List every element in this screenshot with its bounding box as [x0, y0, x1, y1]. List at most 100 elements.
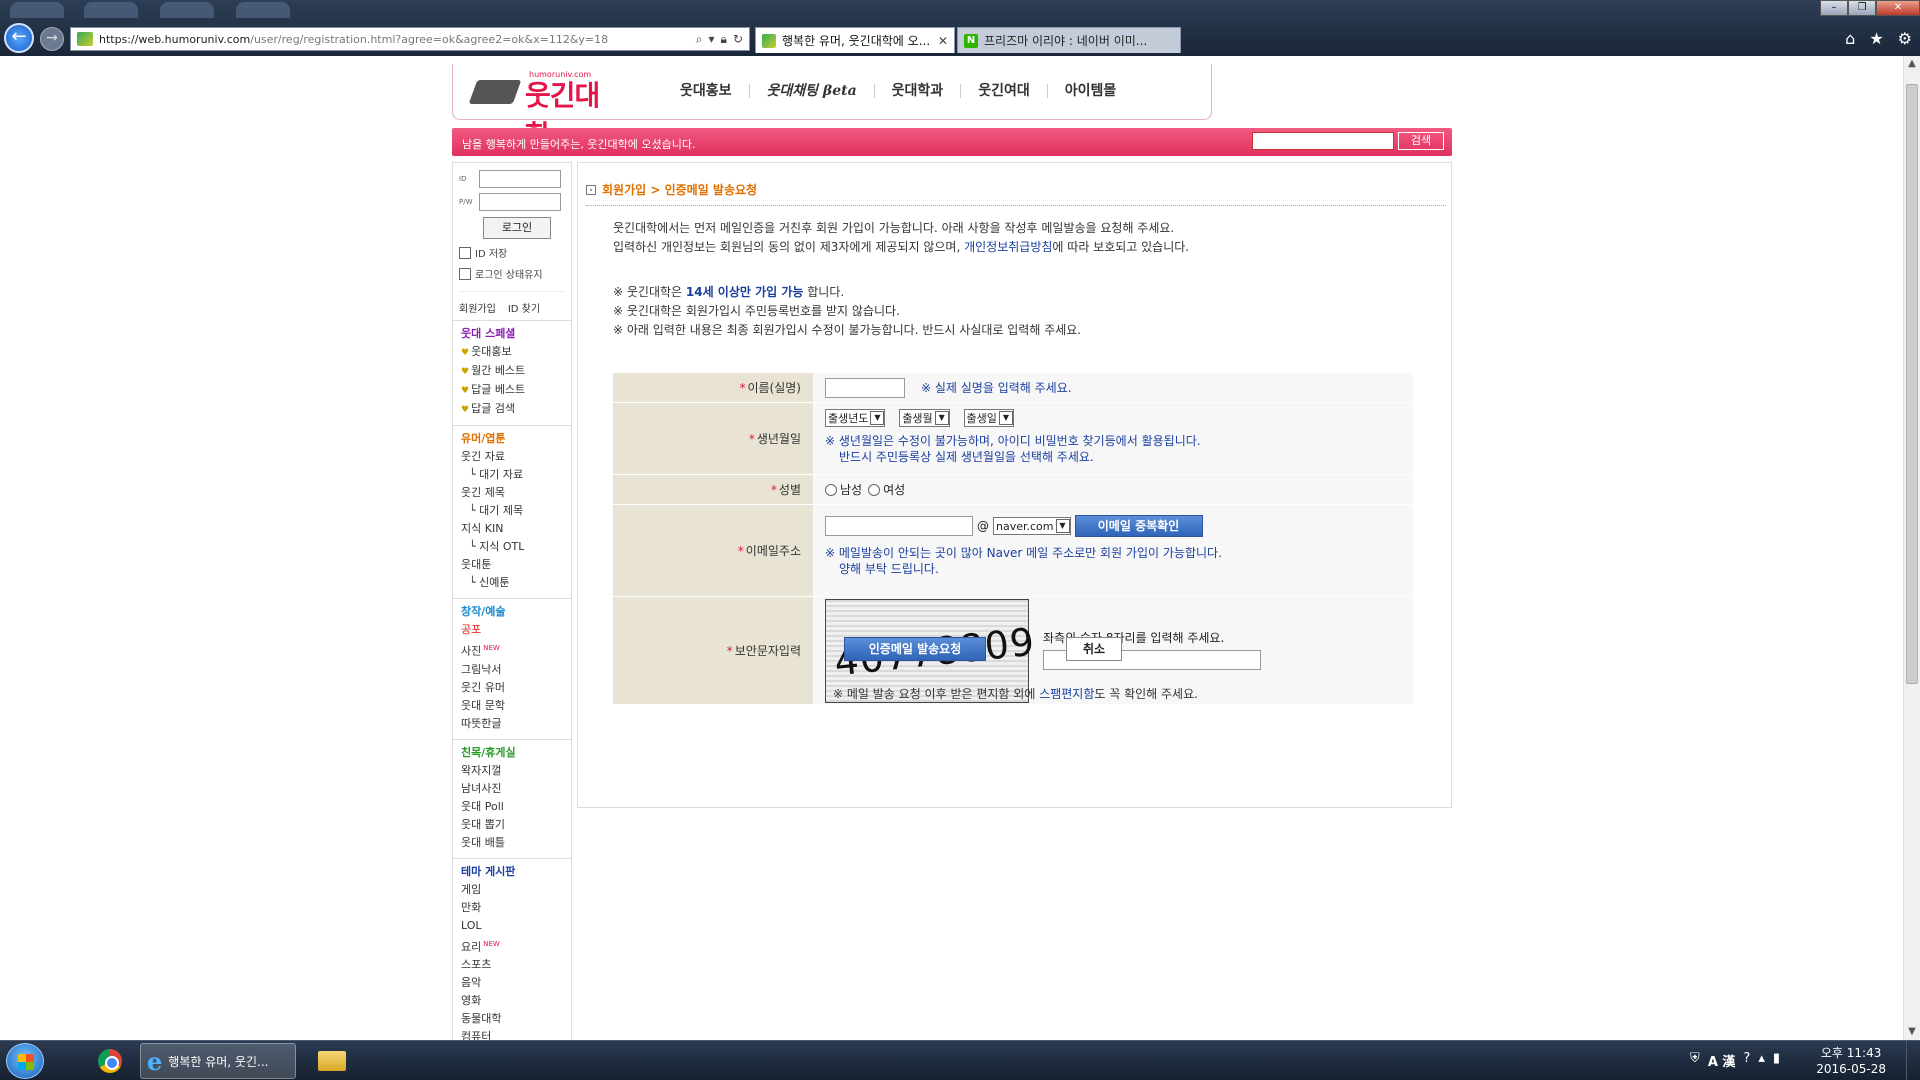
sidebar-item[interactable]: 웃대 뽑기: [461, 816, 563, 834]
email-domain-select[interactable]: naver.com ▼: [993, 517, 1071, 535]
shield-icon[interactable]: ⛨: [1690, 1051, 1700, 1070]
scroll-down-icon[interactable]: ▼: [1904, 1024, 1920, 1040]
sidebar-item[interactable]: 영화: [461, 992, 563, 1010]
sidebar-item[interactable]: 웃대 문학: [461, 697, 563, 715]
network-icon[interactable]: ▮: [1773, 1051, 1780, 1070]
sidebar-item[interactable]: LOL: [461, 917, 563, 935]
clock[interactable]: 오후 11:43 2016-05-28: [1816, 1045, 1886, 1077]
menu-section-title[interactable]: 웃대 스페셜: [461, 325, 563, 341]
url-host: https://web.humoruniv.com: [99, 32, 251, 46]
favorites-star-icon[interactable]: ★: [1869, 29, 1883, 48]
maximize-button[interactable]: ❐: [1848, 0, 1876, 16]
find-id-link[interactable]: ID 찾기: [508, 300, 540, 315]
birth-year-select[interactable]: 출생년도 ▼: [825, 409, 886, 427]
close-window-button[interactable]: ✕: [1876, 0, 1920, 16]
sidebar-item[interactable]: 웃대툰: [461, 556, 563, 574]
birth-day-select[interactable]: 출생일 ▼: [963, 409, 1014, 427]
cancel-button[interactable]: 취소: [1066, 637, 1122, 661]
sidebar-item[interactable]: └ 신예툰: [461, 574, 563, 592]
privacy-policy-link[interactable]: 개인정보취급방침: [964, 240, 1052, 254]
sidebar-item[interactable]: 게임: [461, 881, 563, 899]
male-radio[interactable]: 남성: [825, 481, 862, 498]
forward-button[interactable]: →: [40, 27, 64, 51]
taskbar-chrome[interactable]: [88, 1043, 132, 1079]
notice-text: 합니다.: [803, 285, 845, 299]
join-link[interactable]: 회원가입: [459, 300, 496, 315]
password-input[interactable]: [479, 192, 561, 211]
nav-departments[interactable]: 웃대학과: [875, 84, 962, 98]
nav-item-mall[interactable]: 아이템몰: [1048, 84, 1134, 98]
address-bar[interactable]: https://web.humoruniv.com/user/reg/regis…: [70, 27, 750, 51]
keep-login-checkbox[interactable]: 로그인 상태유지: [459, 266, 565, 281]
dropdown-icon[interactable]: ▾: [709, 32, 715, 47]
taskbar-explorer[interactable]: [310, 1043, 354, 1079]
site-search-button[interactable]: 검색: [1398, 132, 1444, 150]
show-desktop-button[interactable]: [1906, 1041, 1920, 1080]
sidebar-item[interactable]: 요리 NEW: [461, 935, 563, 957]
help-icon[interactable]: ?: [1743, 1051, 1750, 1070]
sidebar-item[interactable]: ♥ 답글 베스트: [461, 381, 563, 400]
menu-section-title[interactable]: 창작/예술: [461, 603, 563, 619]
nav-promo[interactable]: 웃대홍보: [663, 84, 750, 98]
site-logo[interactable]: humoruniv.com 웃긴대학: [468, 70, 623, 152]
menu-section-title[interactable]: 유머/엽툰: [461, 430, 563, 446]
refresh-icon[interactable]: ↻: [733, 32, 743, 47]
home-icon[interactable]: ⌂: [1845, 29, 1855, 48]
menu-section-title[interactable]: 친목/휴게실: [461, 744, 563, 760]
sidebar-item[interactable]: 웃긴 제목: [461, 484, 563, 502]
id-input[interactable]: [479, 169, 561, 188]
notice-text: ※ 메일 발송 요청 이후 받은 편지함 외에: [833, 687, 1040, 701]
nav-womens-college[interactable]: 웃긴여대: [961, 84, 1048, 98]
birth-month-select[interactable]: 출생월 ▼: [899, 409, 950, 427]
menu-section-title[interactable]: 테마 게시판: [461, 863, 563, 879]
close-tab-icon[interactable]: ✕: [938, 34, 948, 48]
ime-indicator[interactable]: A 漢: [1708, 1051, 1736, 1070]
email-check-button[interactable]: 이메일 중복확인: [1074, 515, 1203, 537]
sidebar-item[interactable]: 음악: [461, 974, 563, 992]
sidebar-item[interactable]: 웃긴 유머: [461, 679, 563, 697]
sidebar-item[interactable]: 남녀사진: [461, 780, 563, 798]
sidebar-item[interactable]: └ 지식 OTL: [461, 538, 563, 556]
email-id-input[interactable]: [825, 516, 973, 536]
sidebar-item[interactable]: 사진 NEW: [461, 639, 563, 661]
intro-text: 웃긴대학에서는 먼저 메일인증을 거친후 회원 가입이 가능합니다. 아래 사항…: [613, 219, 1189, 257]
sidebar-item[interactable]: 만화: [461, 899, 563, 917]
url-text[interactable]: https://web.humoruniv.com/user/reg/regis…: [99, 33, 696, 46]
gear-icon[interactable]: ⚙: [1898, 29, 1912, 48]
lock-icon[interactable]: 🔒︎: [721, 32, 727, 47]
sidebar-item[interactable]: ♥ 월간 베스트: [461, 362, 563, 381]
site-search-input[interactable]: [1252, 132, 1394, 150]
taskbar-ie[interactable]: e 행복한 유머, 웃긴...: [140, 1043, 296, 1079]
nav-chat[interactable]: 웃대채팅 βeta: [750, 84, 875, 98]
name-input[interactable]: [825, 377, 905, 398]
save-id-checkbox[interactable]: ID 저장: [459, 245, 565, 260]
tray-expand-icon[interactable]: ▴: [1758, 1051, 1765, 1070]
start-button[interactable]: [6, 1043, 44, 1079]
sidebar-item[interactable]: 웃대 Poll: [461, 798, 563, 816]
sidebar-item[interactable]: 지식 KIN: [461, 520, 563, 538]
sidebar-item[interactable]: 따뜻한글: [461, 715, 563, 733]
send-verification-button[interactable]: 인증메일 발송요청: [844, 637, 986, 661]
sidebar-item[interactable]: 왁자지껄: [461, 762, 563, 780]
sidebar-item[interactable]: 동물대학: [461, 1010, 563, 1028]
sidebar-item[interactable]: ♥ 웃대홍보: [461, 343, 563, 362]
sidebar-item[interactable]: 스포츠: [461, 956, 563, 974]
tab-naver-image[interactable]: N 프리즈마 이리야 : 네이버 이미...: [957, 27, 1181, 53]
sidebar-item[interactable]: 웃긴 자료: [461, 448, 563, 466]
scroll-thumb[interactable]: [1906, 84, 1918, 684]
search-icon[interactable]: ⌕: [696, 32, 703, 47]
back-button[interactable]: ←: [4, 23, 34, 53]
login-button[interactable]: 로그인: [483, 217, 551, 239]
sidebar-item[interactable]: 웃대 배틀: [461, 834, 563, 852]
scroll-up-icon[interactable]: ▲: [1904, 56, 1920, 72]
vertical-scrollbar[interactable]: ▲ ▼: [1903, 56, 1920, 1040]
sidebar-item[interactable]: 공포: [461, 621, 563, 639]
minimize-button[interactable]: –: [1820, 0, 1848, 16]
sidebar-item[interactable]: └ 대기 자료: [461, 466, 563, 484]
sidebar-item[interactable]: 그림낙서: [461, 661, 563, 679]
sidebar-item[interactable]: 컴퓨터: [461, 1028, 563, 1040]
female-radio[interactable]: 여성: [868, 481, 905, 498]
sidebar-item[interactable]: ♥ 답글 검색: [461, 400, 563, 419]
sidebar-item[interactable]: └ 대기 제목: [461, 502, 563, 520]
tab-humoruniv[interactable]: 행복한 유머, 웃긴대학에 오... ✕: [755, 27, 955, 53]
